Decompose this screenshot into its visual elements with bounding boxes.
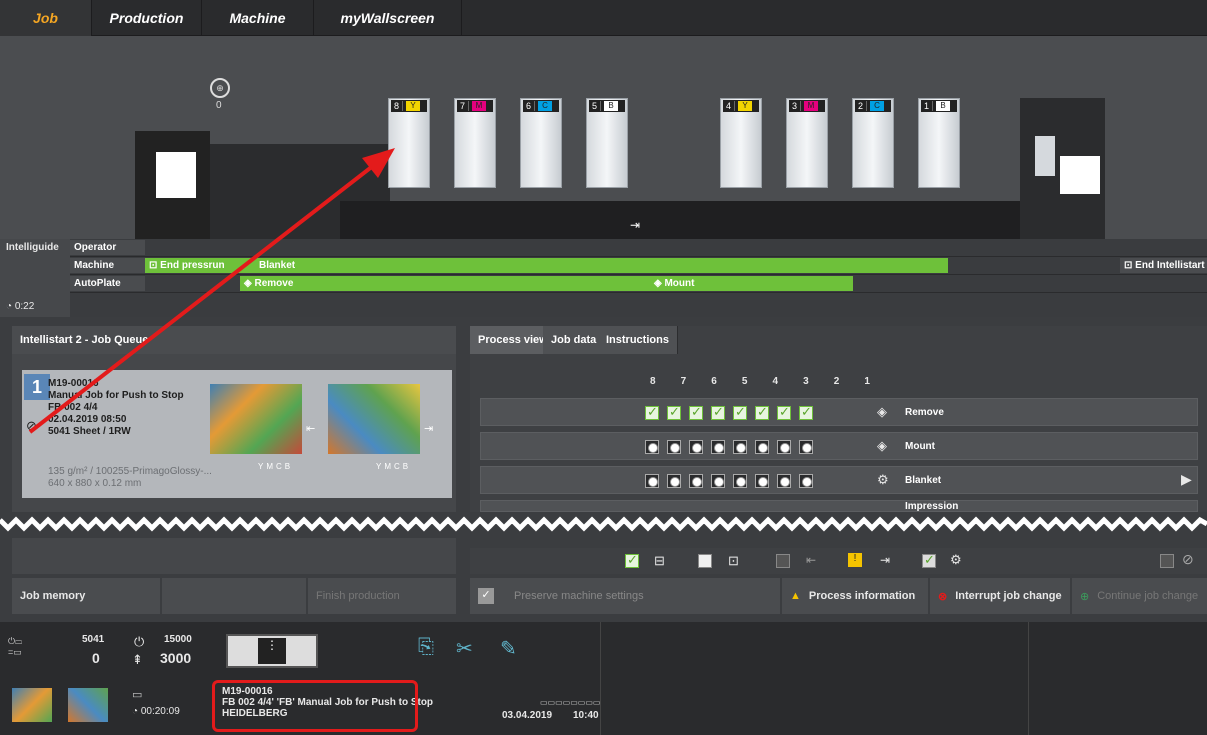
annotation-arrow: [28, 148, 395, 434]
